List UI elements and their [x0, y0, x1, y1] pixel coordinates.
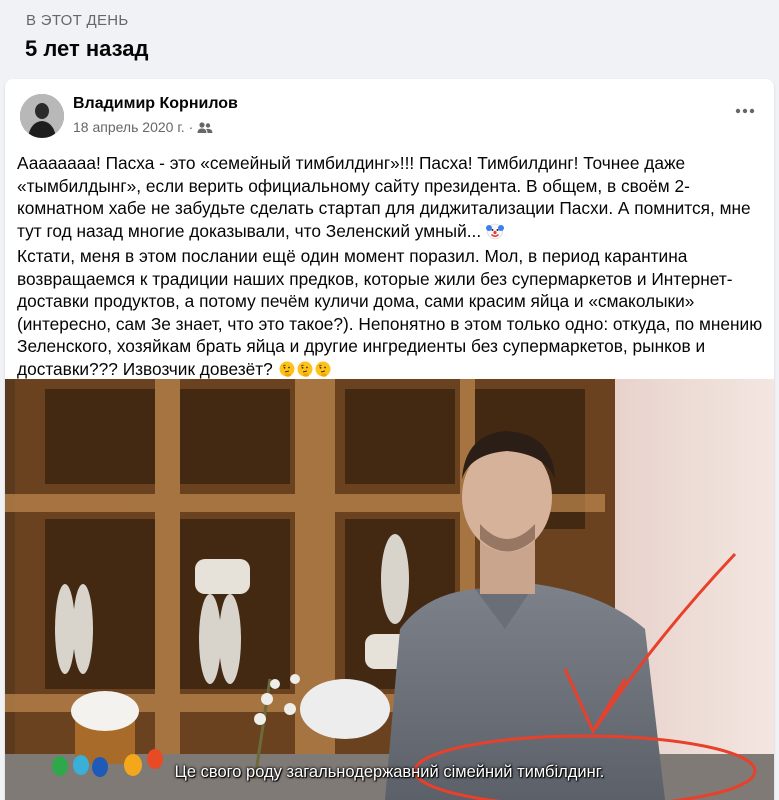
- post-paragraph: Кстати, меня в этом послании ещё один мо…: [17, 245, 765, 383]
- clown-face-emoji: [485, 222, 504, 246]
- post-paragraph-text: Кстати, меня в этом послании ещё один мо…: [17, 246, 763, 379]
- memory-label: В ЭТОТ ДЕНЬ: [26, 12, 129, 29]
- post-text: Аааааааа! Пасха - это «семейный тимбилди…: [17, 152, 765, 383]
- post-paragraph-text: Аааааааа! Пасха - это «семейный тимбилди…: [17, 153, 751, 241]
- author-name[interactable]: Владимир Корнилов: [73, 95, 238, 113]
- more-options-icon[interactable]: [730, 99, 760, 123]
- avatar-photo: [20, 94, 64, 138]
- friends-icon[interactable]: [197, 121, 213, 133]
- post-date[interactable]: 18 апрель 2020 г.: [73, 119, 185, 135]
- post-paragraph: Аааааааа! Пасха - это «семейный тимбилди…: [17, 152, 765, 245]
- memory-header: В ЭТОТ ДЕНЬ 5 лет назад: [0, 0, 779, 78]
- post-image[interactable]: Це свого роду загальнодержавний сімейний…: [5, 379, 774, 800]
- meta-separator: ·: [188, 119, 194, 135]
- avatar[interactable]: [20, 94, 64, 138]
- memory-title: 5 лет назад: [25, 36, 149, 61]
- video-frame: [5, 379, 774, 800]
- video-subtitle: Це свого роду загальнодержавний сімейний…: [174, 763, 605, 781]
- post-card: Владимир Корнилов 18 апрель 2020 г. · Аа…: [5, 79, 774, 800]
- post-meta: 18 апрель 2020 г. ·: [73, 119, 213, 135]
